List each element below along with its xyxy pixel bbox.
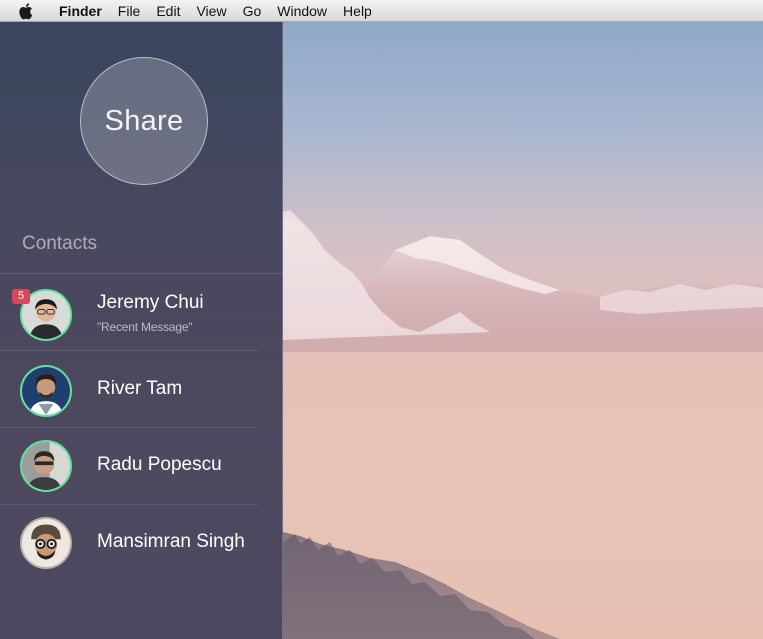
contact-row-river-tam[interactable]: River Tam: [0, 351, 283, 428]
apple-menu-icon[interactable]: [19, 2, 37, 20]
contact-row-mansimran-singh[interactable]: Mansimran Singh: [0, 505, 283, 582]
contacts-heading: Contacts: [22, 233, 97, 254]
contact-row-jeremy-chui[interactable]: 5 Jeremy Chui "Recent Message": [0, 274, 283, 351]
avatar: [20, 517, 72, 569]
menu-edit[interactable]: Edit: [148, 0, 188, 22]
menu-finder[interactable]: Finder: [51, 0, 110, 22]
unread-badge: 5: [12, 289, 30, 304]
contact-name: Mansimran Singh: [97, 531, 245, 552]
avatar: [20, 365, 72, 417]
avatar: [20, 440, 72, 492]
contact-name: Jeremy Chui: [97, 292, 204, 313]
recent-message: "Recent Message": [97, 320, 193, 334]
contact-name: Radu Popescu: [97, 454, 222, 475]
share-button[interactable]: Share: [80, 57, 208, 185]
menu-bar: Finder File Edit View Go Window Help: [0, 0, 763, 22]
share-sidebar: Share Contacts 5 Jeremy Chui "Recent Mes…: [0, 22, 283, 639]
menu-file[interactable]: File: [110, 0, 149, 22]
contact-name: River Tam: [97, 378, 183, 399]
menu-go[interactable]: Go: [235, 0, 270, 22]
contact-row-radu-popescu[interactable]: Radu Popescu: [0, 428, 283, 505]
menu-window[interactable]: Window: [269, 0, 335, 22]
menu-view[interactable]: View: [188, 0, 234, 22]
menu-help[interactable]: Help: [335, 0, 380, 22]
